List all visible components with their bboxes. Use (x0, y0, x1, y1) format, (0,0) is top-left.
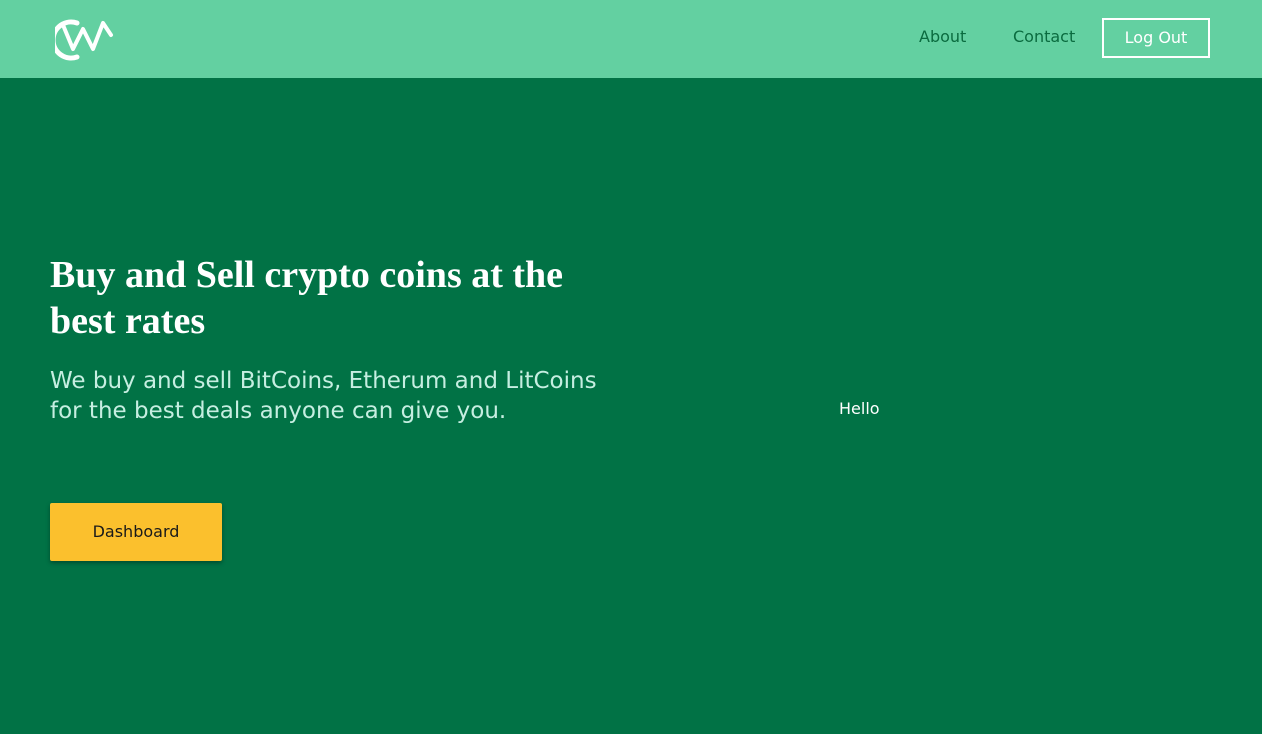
logout-button[interactable]: Log Out (1102, 18, 1210, 58)
nav-link-contact[interactable]: Contact (1013, 27, 1075, 46)
hello-text: Hello (839, 399, 880, 418)
hero-section: Buy and Sell crypto coins at the best ra… (0, 78, 1262, 734)
nav-link-about[interactable]: About (919, 27, 966, 46)
top-navigation-bar: About Contact Log Out (0, 0, 1262, 78)
hero-subtitle: We buy and sell BitCoins, Etherum and Li… (50, 368, 597, 424)
hero-title: Buy and Sell crypto coins at the best ra… (50, 254, 564, 342)
cw-logo-icon[interactable] (50, 17, 115, 63)
dashboard-button[interactable]: Dashboard (50, 503, 222, 561)
